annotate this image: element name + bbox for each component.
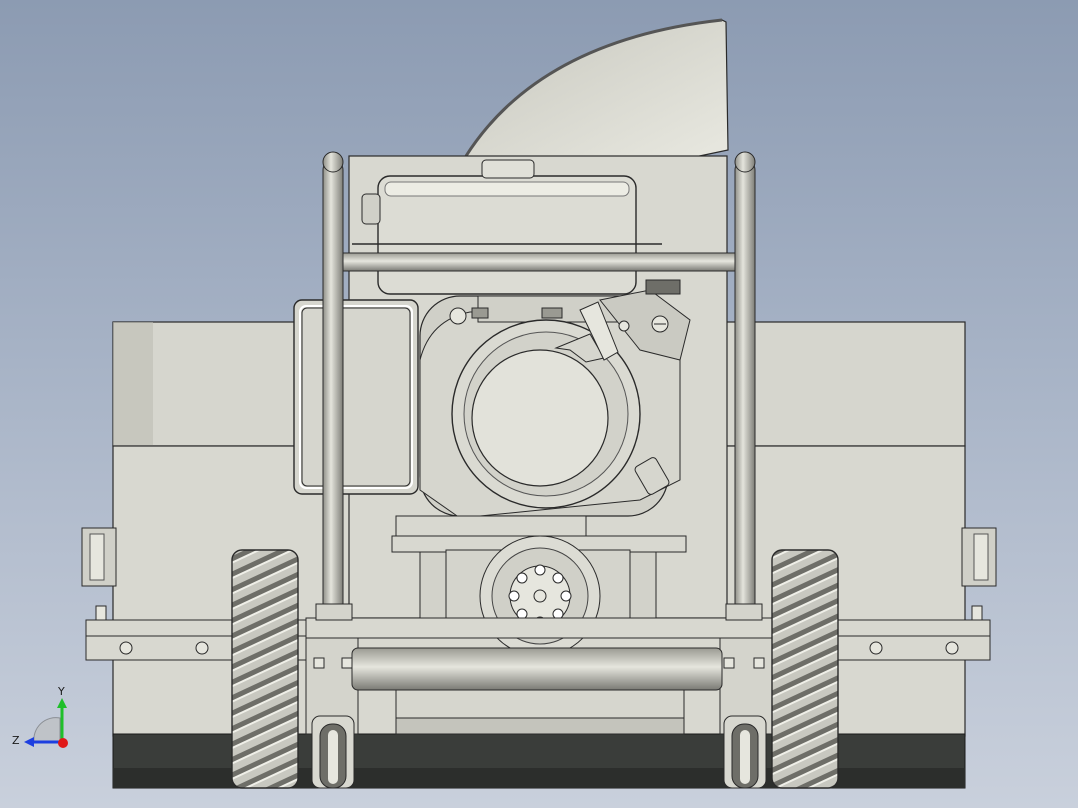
- auger-housing-right: [725, 321, 966, 447]
- y-axis-arrow: [57, 698, 67, 708]
- air-filter: [293, 299, 419, 495]
- handle-post-left: [322, 159, 344, 617]
- discharge-chute: [464, 19, 729, 159]
- wheel-left: [231, 549, 299, 789]
- housing-shadow-left: [113, 322, 153, 446]
- wheel-right: [771, 549, 839, 789]
- triad-arc: [33, 717, 61, 743]
- coordinate-triad: Y Z: [12, 685, 68, 748]
- snow-blower-model[interactable]: [0, 0, 1078, 808]
- recoil-starter-inner: [471, 349, 609, 487]
- fuel-cap: [481, 159, 535, 179]
- handle-post-right: [734, 159, 756, 617]
- axle-tube: [351, 647, 723, 691]
- handle-crossbar: [333, 252, 749, 272]
- y-axis-label: Y: [57, 685, 65, 698]
- frame-crossmember: [305, 617, 775, 639]
- x-axis-dot: [58, 738, 68, 748]
- z-axis-label: Z: [12, 734, 20, 747]
- cad-viewport[interactable]: Y Z: [0, 0, 1078, 808]
- z-axis-arrow: [24, 737, 34, 747]
